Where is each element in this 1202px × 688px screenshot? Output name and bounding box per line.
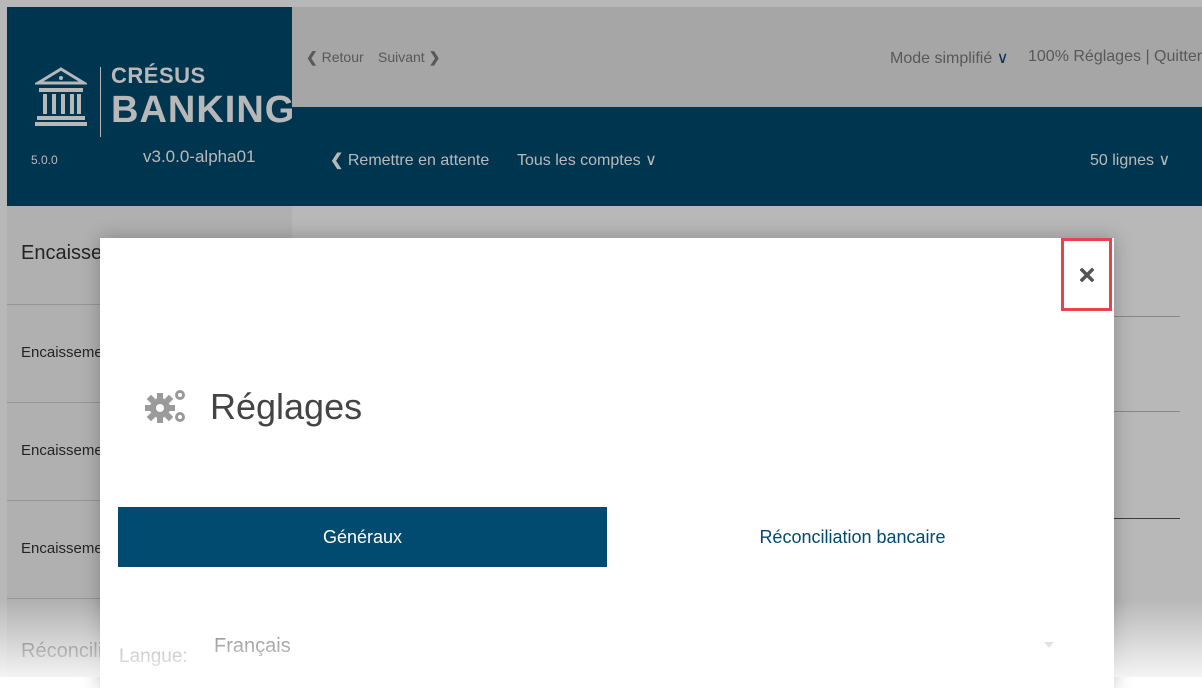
tab-label: Réconciliation bancaire	[759, 526, 946, 547]
settings-dialog: Réglages Généraux Réconciliation bancair…	[100, 238, 1114, 688]
language-label: Langue:	[119, 646, 188, 667]
tab-general[interactable]: Généraux	[118, 507, 607, 567]
close-button[interactable]	[1061, 238, 1112, 311]
dropdown-arrow-icon[interactable]	[1044, 642, 1054, 648]
language-select[interactable]: Français	[214, 635, 291, 658]
tab-bank-reconciliation[interactable]: Réconciliation bancaire	[608, 507, 1097, 567]
close-icon	[1079, 267, 1094, 282]
gears-icon	[145, 390, 185, 423]
tab-label: Généraux	[322, 526, 403, 547]
dialog-title: Réglages	[210, 386, 363, 427]
